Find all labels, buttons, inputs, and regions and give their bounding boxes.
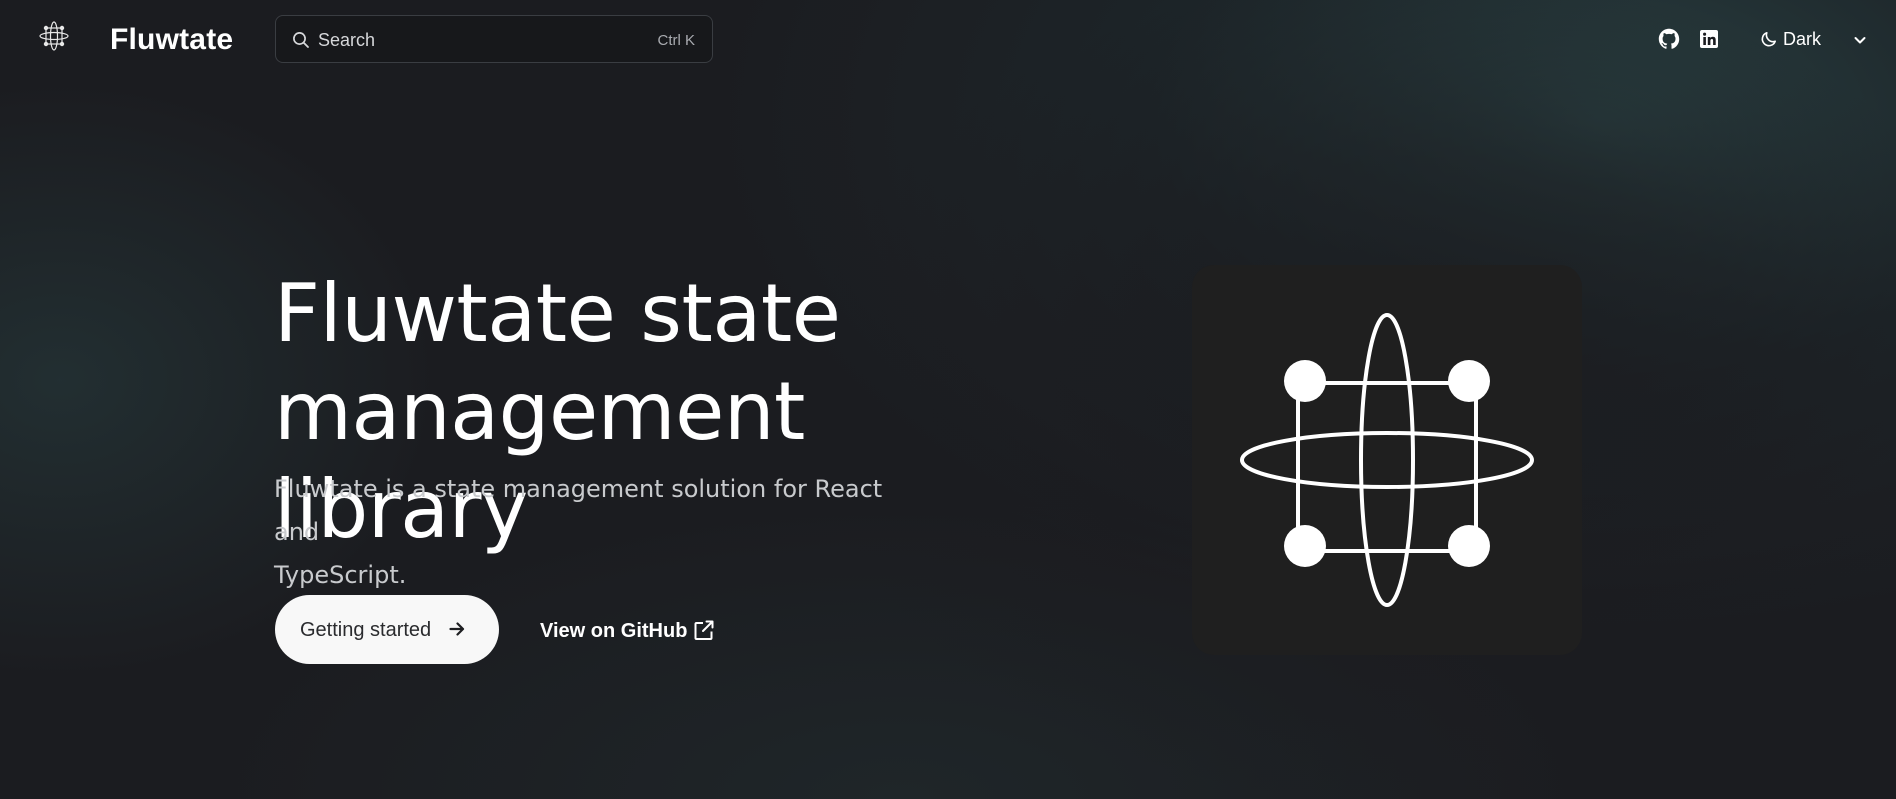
brand-name[interactable]: Fluwtate <box>110 21 233 59</box>
hero-description-line-2: TypeScript. <box>274 561 407 589</box>
getting-started-button[interactable]: Getting started <box>275 595 499 664</box>
linkedin-link[interactable] <box>1697 27 1721 51</box>
top-navigation-bar: Fluwtate Search Ctrl K Dark <box>0 0 1896 80</box>
arrow-right-icon <box>448 620 466 638</box>
moon-icon <box>1760 30 1778 48</box>
search-icon <box>292 31 310 49</box>
view-on-github-label: View on GitHub <box>540 620 688 642</box>
github-link[interactable] <box>1657 27 1681 51</box>
hero-description-line-1: Fluwtate is a state management solution … <box>274 475 883 546</box>
linkedin-icon <box>1697 30 1721 55</box>
view-on-github-button[interactable]: View on GitHub <box>537 614 717 648</box>
github-icon <box>1657 28 1681 55</box>
search-input[interactable]: Search Ctrl K <box>275 15 713 63</box>
hero-description: Fluwtate is a state management solution … <box>274 468 914 597</box>
search-shortcut-hint: Ctrl K <box>657 32 696 49</box>
chevron-down-icon <box>1853 32 1867 46</box>
getting-started-label: Getting started <box>300 619 432 641</box>
theme-selected-value: Dark <box>1783 29 1822 49</box>
fluwtate-logo-illustration <box>1192 265 1582 655</box>
hero-title-line-1: Fluwtate state <box>274 267 841 360</box>
external-link-icon <box>693 619 715 641</box>
theme-selector[interactable]: Dark <box>1756 24 1866 54</box>
search-placeholder: Search <box>318 30 376 50</box>
fluwtate-logo-icon[interactable] <box>38 20 70 52</box>
